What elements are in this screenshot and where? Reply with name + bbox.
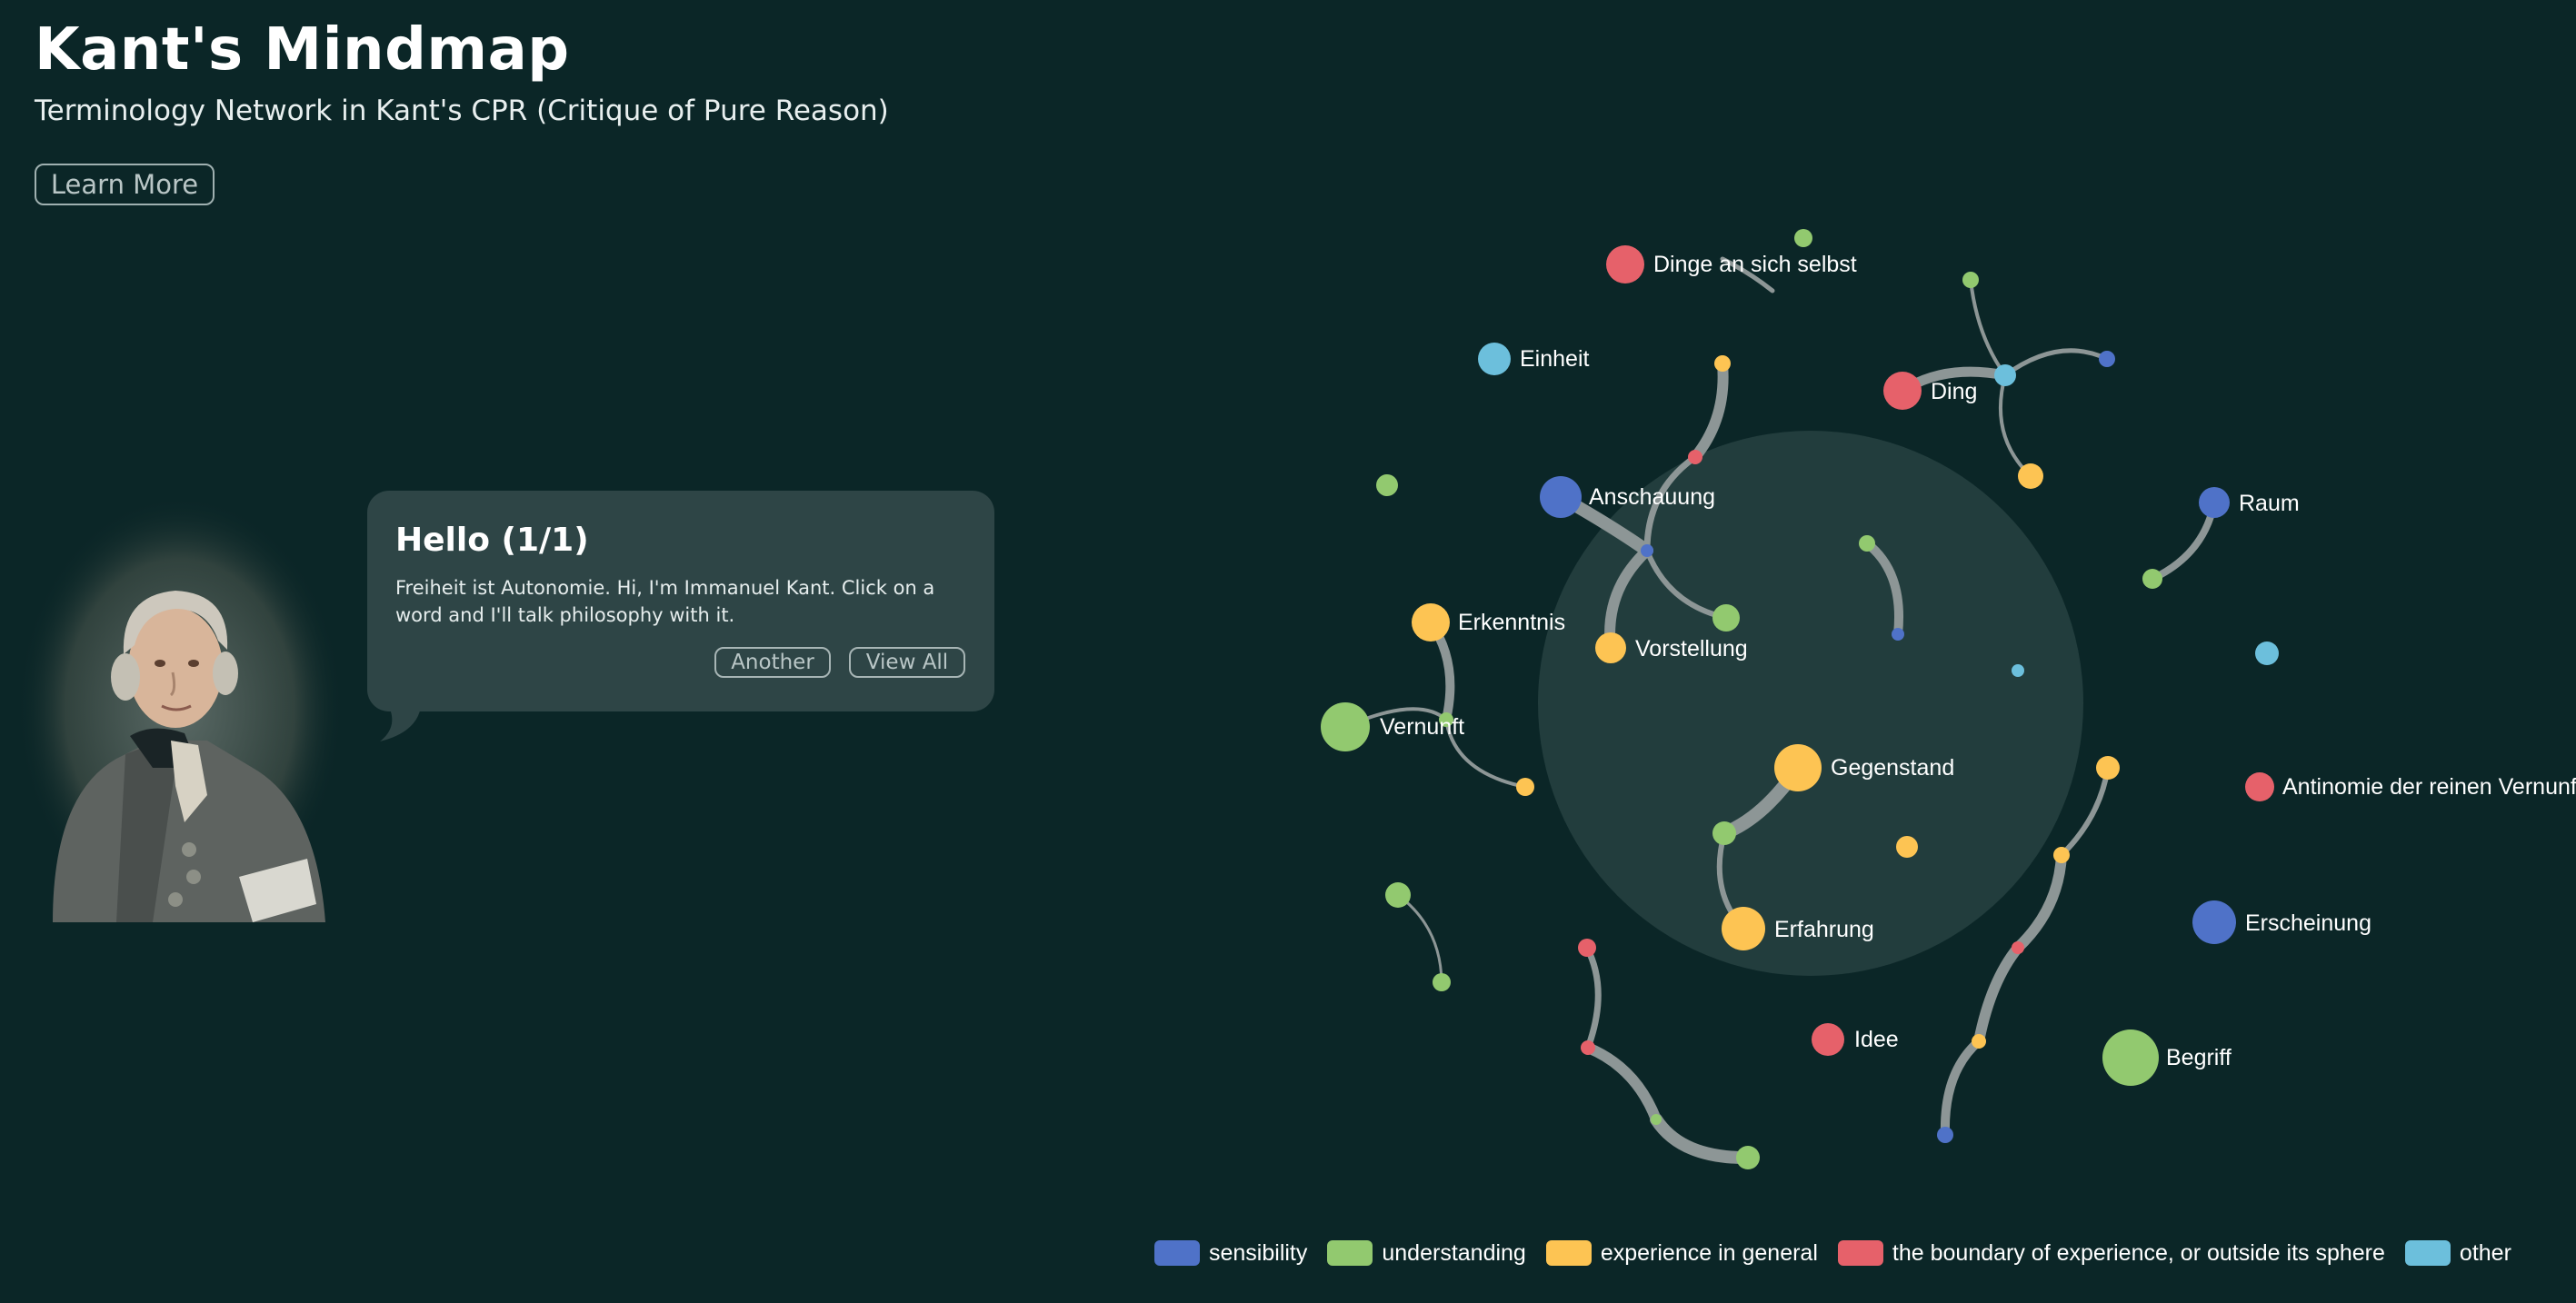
node-dinge-an-sich-selbst[interactable] [1606,245,1644,283]
node-experience[interactable] [1972,1034,1986,1049]
node-understanding[interactable] [1859,535,1875,552]
mindmap-graph[interactable]: Dinge an sich selbst Einheit Ding Anscha… [0,0,2576,1303]
node-vernunft[interactable] [1321,702,1370,751]
node-other[interactable] [1994,364,2016,386]
label-antinomie[interactable]: Antinomie der reinen Vernunft [2282,774,2576,800]
link [2002,348,2110,378]
link [1583,1042,1662,1125]
node-sensibility[interactable] [1641,544,1653,557]
node-understanding[interactable] [1376,474,1398,496]
node-erscheinung[interactable] [2192,900,2236,944]
node-understanding[interactable] [1433,973,1451,991]
node-erkenntnis[interactable] [1412,603,1450,642]
node-sensibility[interactable] [2099,351,2115,367]
link [1940,1037,1983,1139]
node-boundary[interactable] [1578,939,1596,957]
label-raum[interactable]: Raum [2239,491,2300,516]
link [1396,893,1443,984]
node-experience[interactable] [2096,756,2120,780]
node-understanding[interactable] [1962,272,1979,288]
label-vernunft[interactable]: Vernunft [1380,714,1464,740]
label-erscheinung[interactable]: Erscheinung [2245,910,2371,936]
node-understanding[interactable] [1385,882,1411,908]
link [1999,373,2032,478]
node-anschauung[interactable] [1540,476,1582,518]
link [1690,358,1729,463]
legend-swatch [1837,1240,1883,1266]
node-antinomie[interactable] [2245,772,2274,801]
node-einheit[interactable] [1478,343,1511,375]
label-erfahrung[interactable]: Erfahrung [1774,917,1874,942]
node-gegenstand[interactable] [1774,744,1822,791]
link [1583,944,1602,1051]
node-erfahrung[interactable] [1722,907,1765,950]
node-understanding[interactable] [1651,1114,1662,1125]
legend-label: other [2459,1239,2511,1266]
node-understanding[interactable] [2142,569,2162,589]
legend-swatch [1154,1240,1200,1266]
node-boundary[interactable] [2012,941,2024,954]
legend-label: experience in general [1600,1239,1818,1266]
node-understanding[interactable] [1712,604,1740,632]
legend-swatch [1545,1240,1592,1266]
legend-label: sensibility [1209,1239,1308,1266]
node-sensibility[interactable] [1892,628,1904,641]
node-experience[interactable] [1714,355,1731,372]
node-sensibility[interactable] [1937,1127,1953,1143]
node-ding[interactable] [1883,372,1922,410]
node-idee[interactable] [1812,1023,1844,1056]
legend-swatch [2404,1240,2451,1266]
node-experience[interactable] [1896,836,1918,858]
node-understanding[interactable] [1794,229,1812,247]
label-einheit[interactable]: Einheit [1520,346,1589,372]
label-ding[interactable]: Ding [1931,379,1977,404]
label-vorstellung[interactable]: Vorstellung [1635,636,1748,661]
node-experience[interactable] [2053,847,2070,863]
node-boundary[interactable] [1581,1040,1595,1055]
legend-item-sensibility[interactable]: sensibility [1154,1240,1307,1267]
legend-label: the boundary of experience, or outside i… [1892,1239,2385,1266]
node-begriff[interactable] [2102,1029,2159,1086]
node-experience[interactable] [1516,778,1534,796]
node-experience[interactable] [2018,463,2043,489]
link [1650,1113,1754,1165]
label-erkenntnis[interactable]: Erkenntnis [1458,610,1565,635]
legend-swatch [1327,1240,1373,1266]
legend-label: understanding [1382,1239,1526,1266]
legend-item-understanding[interactable]: understanding [1327,1239,1526,1267]
legend-item-boundary[interactable]: the boundary of experience, or outside i… [1837,1239,2385,1267]
link [1969,278,2007,377]
link [1973,942,2023,1047]
label-idee[interactable]: Idee [1854,1027,1899,1052]
label-anschauung[interactable]: Anschauung [1589,484,1715,510]
legend-item-experience[interactable]: experience in general [1545,1239,1818,1267]
legend-item-other[interactable]: other [2404,1239,2511,1267]
node-boundary[interactable] [1688,450,1702,464]
central-cluster-area [1538,431,2083,976]
legend: sensibility understanding experience in … [1154,1238,2531,1268]
label-gegenstand[interactable]: Gegenstand [1831,755,1954,781]
node-vorstellung[interactable] [1595,632,1626,663]
node-understanding[interactable] [1736,1146,1760,1169]
node-understanding[interactable] [1712,821,1736,845]
label-dinge-an-sich-selbst[interactable]: Dinge an sich selbst [1653,252,1857,277]
node-raum[interactable] [2199,487,2230,518]
node-other[interactable] [2255,642,2279,665]
node-other[interactable] [2012,664,2024,677]
label-begriff[interactable]: Begriff [2166,1045,2232,1070]
